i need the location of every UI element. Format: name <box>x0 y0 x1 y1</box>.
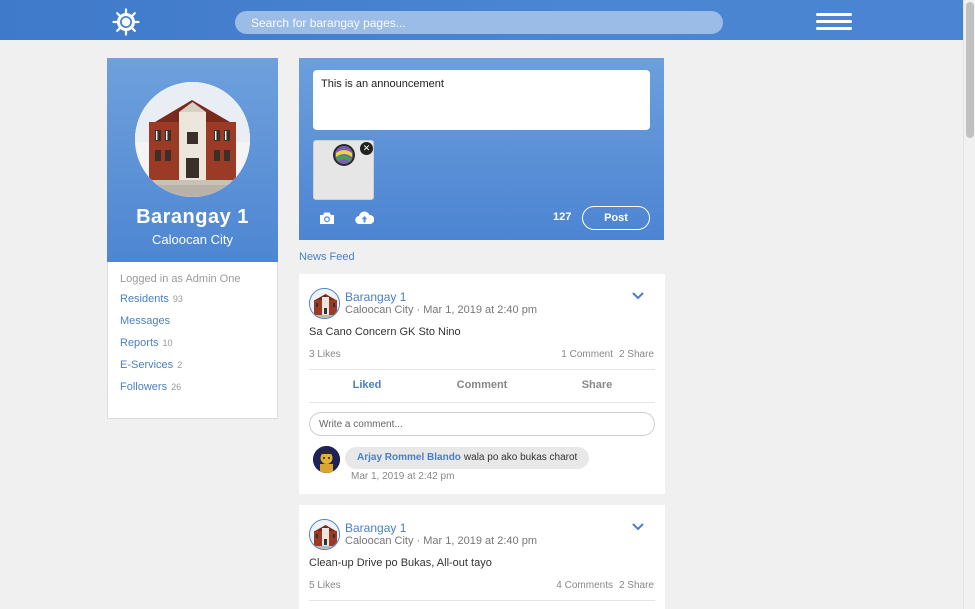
sidebar-item-e-services[interactable]: E-Services 2 <box>120 359 265 373</box>
sidebar-item-reports[interactable]: Reports 10 <box>120 337 265 351</box>
post-stats: 1 Comment 2 Share <box>555 349 654 360</box>
post-shares-count[interactable]: 2 Share <box>619 580 654 591</box>
like-button[interactable]: Liked <box>327 379 407 391</box>
post-meta: Caloocan City · Mar 1, 2019 at 2:40 pm <box>345 304 537 316</box>
sidebar-item-count: 10 <box>162 338 173 348</box>
post-composer: This is an announcement ✕ 127 Post <box>299 58 664 240</box>
chevron-down-icon[interactable] <box>632 292 644 300</box>
hamburger-icon <box>816 13 852 16</box>
profile-card: Barangay 1 Caloocan City <box>107 58 278 262</box>
sidebar-item-label: Residents <box>120 293 169 305</box>
sidebar-item-count: 2 <box>177 360 183 370</box>
page-scrollbar[interactable] <box>963 0 975 609</box>
feed-post: Barangay 1 Caloocan City · Mar 1, 2019 a… <box>299 274 665 494</box>
profile-photo[interactable] <box>135 82 250 197</box>
post-text: Clean-up Drive po Bukas, All-out tayo <box>309 557 492 569</box>
cloud-upload-icon[interactable] <box>355 210 374 225</box>
commenter-avatar <box>313 446 340 473</box>
hamburger-menu-button[interactable] <box>816 13 852 33</box>
post-city: Caloocan City <box>345 304 414 316</box>
comment-button[interactable]: Comment <box>442 379 522 391</box>
barangay-hall-avatar <box>310 520 339 549</box>
sidebar-item-messages[interactable]: Messages <box>120 315 265 329</box>
comment-input[interactable] <box>309 412 655 436</box>
comment-author-link[interactable]: Arjay Rommel Blando <box>357 452 461 463</box>
news-feed-heading: News Feed <box>299 251 355 263</box>
feed-post: Barangay 1 Caloocan City · Mar 1, 2019 a… <box>299 505 665 609</box>
barangay-hall-avatar <box>310 289 339 318</box>
attachment-preview[interactable]: ✕ <box>313 140 374 200</box>
sidebar-item-label: Reports <box>120 337 159 349</box>
post-city: Caloocan City <box>345 535 414 547</box>
search-input[interactable] <box>235 11 723 34</box>
attachment-image-thumbnail <box>333 144 355 166</box>
post-shares-count[interactable]: 2 Share <box>619 349 654 360</box>
post-button[interactable]: Post <box>582 206 650 230</box>
barangay-seal-icon[interactable] <box>112 8 140 36</box>
barangay-hall-photo <box>135 82 250 197</box>
avatar[interactable] <box>309 519 340 550</box>
post-likes-count[interactable]: 5 Likes <box>309 580 341 591</box>
post-comments-count[interactable]: 1 Comment <box>561 349 613 360</box>
page-title: Barangay 1 <box>136 206 249 228</box>
comment-timestamp: Mar 1, 2019 at 2:42 pm <box>351 471 455 482</box>
share-button[interactable]: Share <box>557 379 637 391</box>
divider <box>309 402 655 403</box>
sidebar-item-label: E-Services <box>120 359 174 371</box>
avatar[interactable] <box>309 288 340 319</box>
post-date: Mar 1, 2019 at 2:40 pm <box>423 304 537 316</box>
close-icon[interactable]: ✕ <box>360 142 373 155</box>
camera-icon[interactable] <box>319 211 335 225</box>
post-stats: 4 Comments 2 Share <box>550 580 654 591</box>
sidebar-item-residents[interactable]: Residents 93 <box>120 293 265 307</box>
post-date: Mar 1, 2019 at 2:40 pm <box>423 535 537 547</box>
sidebar-item-followers[interactable]: Followers 26 <box>120 381 265 395</box>
character-count: 127 <box>553 211 572 223</box>
sidebar-item-count: 93 <box>172 294 183 304</box>
post-text: Sa Cano Concern GK Sto Nino <box>309 326 461 338</box>
post-comments-count[interactable]: 4 Comments <box>556 580 613 591</box>
announcement-textarea[interactable]: This is an announcement <box>313 70 650 130</box>
sidebar-item-label: Messages <box>120 315 171 327</box>
post-likes-count[interactable]: 3 Likes <box>309 349 341 360</box>
chevron-down-icon[interactable] <box>632 523 644 531</box>
post-meta: Caloocan City · Mar 1, 2019 at 2:40 pm <box>345 535 537 547</box>
sidebar-menu: Logged in as Admin One Residents 93 Messa… <box>107 262 278 419</box>
comment-bubble: Arjay Rommel Blando wala po ako bukas cha… <box>345 447 590 469</box>
post-author-link[interactable]: Barangay 1 <box>345 521 406 535</box>
scrollbar-thumb[interactable] <box>966 2 974 138</box>
avatar[interactable] <box>313 446 340 473</box>
post-author-link[interactable]: Barangay 1 <box>345 290 406 304</box>
page-subtitle-city: Caloocan City <box>152 232 233 247</box>
divider <box>309 369 655 370</box>
divider <box>309 600 655 601</box>
sidebar-item-label: Followers <box>120 381 168 393</box>
top-navbar <box>0 0 963 40</box>
sidebar-item-count: 26 <box>171 382 182 392</box>
logged-in-status: Logged in as Admin One <box>120 273 241 285</box>
comment-text: wala po ako bukas charot <box>463 452 578 463</box>
